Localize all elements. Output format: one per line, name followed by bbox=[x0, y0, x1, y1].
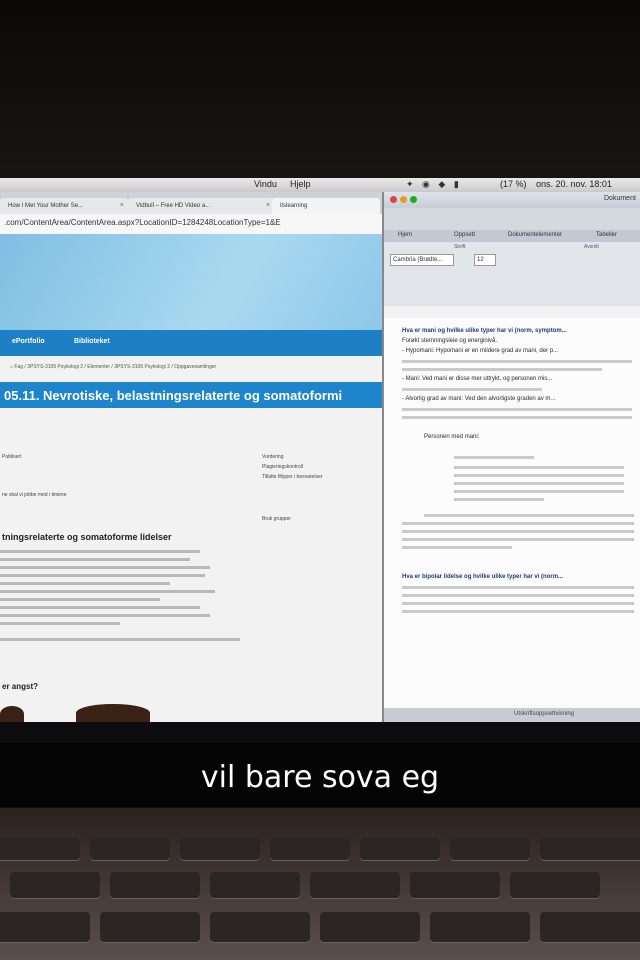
nav-biblioteket[interactable]: Biblioteket bbox=[74, 338, 110, 345]
word-titlebar: Dokument bbox=[384, 192, 640, 208]
document-page[interactable]: Hva er mani og hvilke ulike typer har vi… bbox=[384, 318, 640, 708]
font-name-select[interactable]: Cambria (Brødte... bbox=[390, 254, 454, 266]
ribbon-tab-oppsett[interactable]: Oppsett bbox=[454, 232, 475, 238]
meta-intro: ne skal vi jobbe med i timene bbox=[2, 492, 67, 498]
tab-label: How I Met Your Mother Se... bbox=[8, 203, 84, 209]
photo-strip bbox=[0, 702, 382, 722]
status-icons: ✦ ◉ ◆ ▮ bbox=[406, 179, 462, 189]
menu-vindu[interactable]: Vindu bbox=[254, 179, 277, 189]
ribbon-panel: Skrift Avsnitt Cambria (Brødte... 12 bbox=[384, 242, 640, 307]
caption-text: vil bare sova eg bbox=[200, 760, 440, 795]
tab-vidbull[interactable]: Vidbull – Free HD Video a... × bbox=[128, 198, 274, 214]
dark-background bbox=[0, 0, 640, 190]
close-icon[interactable]: × bbox=[266, 198, 270, 214]
font-size-select[interactable]: 12 bbox=[474, 254, 496, 266]
doc-paragraph: - Hypomani: Hypomani er en mildere grad … bbox=[402, 348, 559, 354]
url-text[interactable]: .com/ContentArea/ContentArea.aspx?Locati… bbox=[4, 218, 281, 227]
ribbon-tabs: Hjem Oppsett Dokumentelementer Tabeller bbox=[384, 230, 640, 242]
document-title: Dokument bbox=[604, 195, 636, 202]
view-mode: Utskriftsoppsettvisning bbox=[514, 711, 575, 717]
doc-paragraph: Forøkt stemningsleie og energinivå. bbox=[402, 338, 498, 344]
standard-toolbar bbox=[384, 208, 640, 230]
word-window: Dokument Hjem Oppsett Dokumentelementer … bbox=[382, 192, 640, 722]
address-bar[interactable]: .com/ContentArea/ContentArea.aspx?Locati… bbox=[0, 214, 382, 235]
meta-published: Publisert bbox=[2, 454, 22, 460]
minimize-button[interactable] bbox=[400, 196, 407, 203]
section-title: tningsrelaterte og somatoforme lidelser bbox=[2, 532, 172, 542]
meta-grupper: Bruk grupper bbox=[262, 516, 291, 522]
tab-how-i-met[interactable]: How I Met Your Mother Se... × bbox=[0, 198, 128, 214]
menu-hjelp[interactable]: Hjelp bbox=[290, 179, 311, 189]
keyboard bbox=[0, 808, 640, 960]
group-label-avsnitt: Avsnitt bbox=[584, 244, 599, 250]
tab-strip: How I Met Your Mother Se... × Vidbull – F… bbox=[0, 192, 382, 214]
mac-menubar: Vindu Hjelp ✦ ◉ ◆ ▮ (17 %) ons. 20. nov.… bbox=[0, 178, 640, 192]
breadcrumb: ⌂ Fag / 3PSYS-3105 Psykologi 2 / Element… bbox=[10, 364, 216, 370]
doc-paragraph: Personen med mani: bbox=[424, 434, 480, 440]
doc-heading-bipolar: Hva er bipolar lidelse og hvilke ulike t… bbox=[402, 574, 564, 580]
doc-paragraph: - Mani: Ved mani er disse mer uttrykt, o… bbox=[402, 376, 553, 382]
breadcrumb-text[interactable]: Fag / 3PSYS-3105 Psykologi 2 / Elementer… bbox=[14, 364, 216, 370]
clock: ons. 20. nov. 18:01 bbox=[536, 179, 612, 189]
status-bar: Utskriftsoppsettvisning bbox=[384, 708, 640, 722]
meta-plagiering: Plagieringskontroll bbox=[262, 464, 303, 470]
close-button[interactable] bbox=[390, 196, 397, 203]
ribbon-tab-hjem[interactable]: Hjem bbox=[398, 232, 412, 238]
meta-vurdering: Vurdering bbox=[262, 454, 284, 460]
ribbon-tab-tabeller[interactable]: Tabeller bbox=[596, 232, 617, 238]
zoom-button[interactable] bbox=[410, 196, 417, 203]
tab-label: itslearning bbox=[280, 203, 308, 209]
doc-heading-mani: Hva er mani og hvilke ulike typer har vi… bbox=[402, 328, 567, 334]
battery-percent: (17 %) bbox=[500, 179, 527, 189]
laptop-screen: Vindu Hjelp ✦ ◉ ◆ ▮ (17 %) ons. 20. nov.… bbox=[0, 178, 640, 738]
ribbon-tab-dokumentelementer[interactable]: Dokumentelementer bbox=[508, 232, 562, 238]
nav-eportfolio[interactable]: ePortfolio bbox=[12, 338, 45, 345]
tab-itslearning[interactable]: itslearning bbox=[272, 198, 380, 214]
tab-label: Vidbull – Free HD Video a... bbox=[136, 203, 211, 209]
hero-banner bbox=[0, 234, 382, 330]
group-label-skrift: Skrift bbox=[454, 244, 466, 250]
title-banner: 05.11. Nevrotiske, belastningsrelaterte … bbox=[0, 382, 382, 408]
browser-window: How I Met Your Mother Se... × Vidbull – F… bbox=[0, 192, 382, 722]
doc-paragraph: - Alvorlig grad av mani: Ved den alvorli… bbox=[402, 396, 556, 402]
question-heading: er angst? bbox=[2, 682, 39, 691]
meta-filtyper: Tillatte filtyper i besvarelser bbox=[262, 474, 323, 480]
close-icon[interactable]: × bbox=[120, 198, 124, 214]
page-title: 05.11. Nevrotiske, belastningsrelaterte … bbox=[4, 388, 343, 403]
site-nav: ePortfolio Biblioteket bbox=[0, 330, 382, 356]
